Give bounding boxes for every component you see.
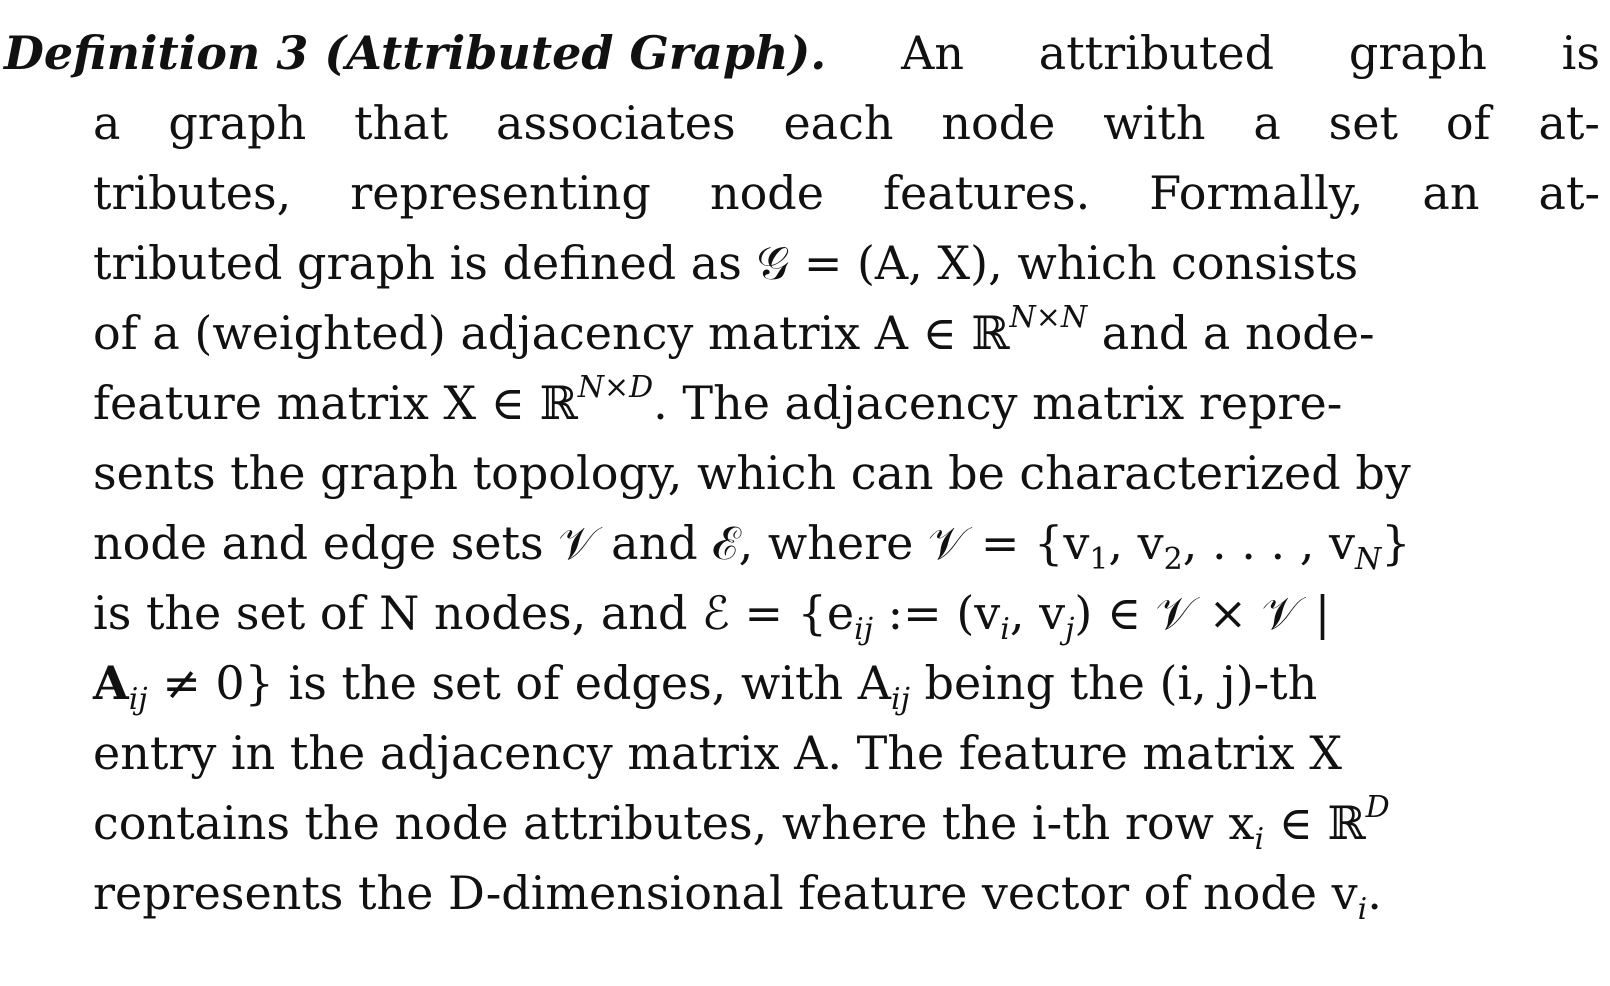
line-text: ≠ 0} is the set of edges, with A xyxy=(147,656,891,710)
superscript: D xyxy=(1365,790,1390,825)
word: is xyxy=(1561,26,1600,80)
word: associates xyxy=(496,96,736,150)
line-9: is the set of N nodes, and ℰ = {eij := (… xyxy=(93,578,1600,648)
superscript: N×N xyxy=(1009,300,1088,335)
word: at- xyxy=(1538,166,1600,220)
line-text: of a (weighted) adjacency matrix A ∈ ℝ xyxy=(93,306,1010,360)
line-text: , v xyxy=(1009,586,1066,640)
line-text: , . . . , v xyxy=(1182,516,1355,570)
line-text: } xyxy=(1381,516,1411,570)
word: that xyxy=(354,96,449,150)
line-text: . The adjacency matrix repre- xyxy=(653,376,1343,430)
word: each xyxy=(783,96,894,150)
word: node xyxy=(709,166,824,220)
word: graph xyxy=(1348,26,1487,80)
word: tributes, xyxy=(93,166,292,220)
line-6: feature matrix X ∈ ℝN×D. The adjacency m… xyxy=(93,368,1600,438)
subscript: i xyxy=(1254,822,1265,857)
line-12: contains the node attributes, where the … xyxy=(93,788,1600,858)
subscript: N xyxy=(1354,542,1382,577)
word: Formally, xyxy=(1149,166,1364,220)
word: node xyxy=(941,96,1056,150)
line-text: tributed graph is defined as 𝒢 = (A, X),… xyxy=(93,236,1359,290)
definition-block: Definition 3 (Attributed Graph). An attr… xyxy=(0,18,1600,928)
line-3: tributes, representing node features. Fo… xyxy=(93,158,1600,228)
line-text: , v xyxy=(1108,516,1164,570)
line-text: and a node- xyxy=(1087,306,1375,360)
line-text: represents the D-dimensional feature vec… xyxy=(93,866,1358,920)
subscript: i xyxy=(1000,612,1010,647)
subscript: 2 xyxy=(1163,542,1183,577)
word: representing xyxy=(350,166,651,220)
line-text: being the (i, j)-th xyxy=(909,656,1318,710)
subscript: 1 xyxy=(1089,542,1109,577)
subscript: ij xyxy=(890,682,910,717)
line-text: . xyxy=(1367,866,1382,920)
word: at- xyxy=(1538,96,1600,150)
line-10: Aij ≠ 0} is the set of edges, with Aij b… xyxy=(93,648,1600,718)
line-text: is the set of N nodes, and ℰ = {e xyxy=(93,586,855,640)
word: An xyxy=(901,26,964,80)
word: features. xyxy=(883,166,1091,220)
word: a xyxy=(93,96,121,150)
line-1: Definition 3 (Attributed Graph). An attr… xyxy=(4,18,1600,88)
line-5: of a (weighted) adjacency matrix A ∈ ℝN×… xyxy=(93,298,1600,368)
line-text: ∈ ℝ xyxy=(1264,796,1366,850)
line-4: tributed graph is defined as 𝒢 = (A, X),… xyxy=(93,228,1600,298)
word: an xyxy=(1422,166,1480,220)
line-text: entry in the adjacency matrix A. The fea… xyxy=(93,726,1342,780)
line-text: ) ∈ 𝒱 × 𝒱 | xyxy=(1074,586,1331,640)
subscript: ij xyxy=(854,612,874,647)
word: set xyxy=(1328,96,1398,150)
word: a xyxy=(1253,96,1281,150)
subscript: i xyxy=(1357,892,1368,927)
superscript: N×D xyxy=(577,370,654,405)
line-text: := (v xyxy=(873,586,1001,640)
line-text: feature matrix X ∈ ℝ xyxy=(93,376,578,430)
word: graph xyxy=(168,96,307,150)
line-text: contains the node attributes, where the … xyxy=(93,796,1255,850)
line-text: node and edge sets 𝒱 and ℰ, where 𝒱 = {v xyxy=(93,516,1090,570)
line-7: sents the graph topology, which can be c… xyxy=(93,438,1600,508)
word: of xyxy=(1445,96,1491,150)
line-13: represents the D-dimensional feature vec… xyxy=(93,858,1600,928)
definition-heading: Definition 3 (Attributed Graph). xyxy=(4,26,827,80)
line-8: node and edge sets 𝒱 and ℰ, where 𝒱 = {v… xyxy=(93,508,1600,578)
line-11: entry in the adjacency matrix A. The fea… xyxy=(93,718,1600,788)
subscript: ij xyxy=(128,682,148,717)
matrix-symbol: A xyxy=(93,656,129,710)
word: attributed xyxy=(1038,26,1275,80)
word: with xyxy=(1103,96,1206,150)
line-text: sents the graph topology, which can be c… xyxy=(93,446,1411,500)
line-2: a graph that associates each node with a… xyxy=(93,88,1600,158)
